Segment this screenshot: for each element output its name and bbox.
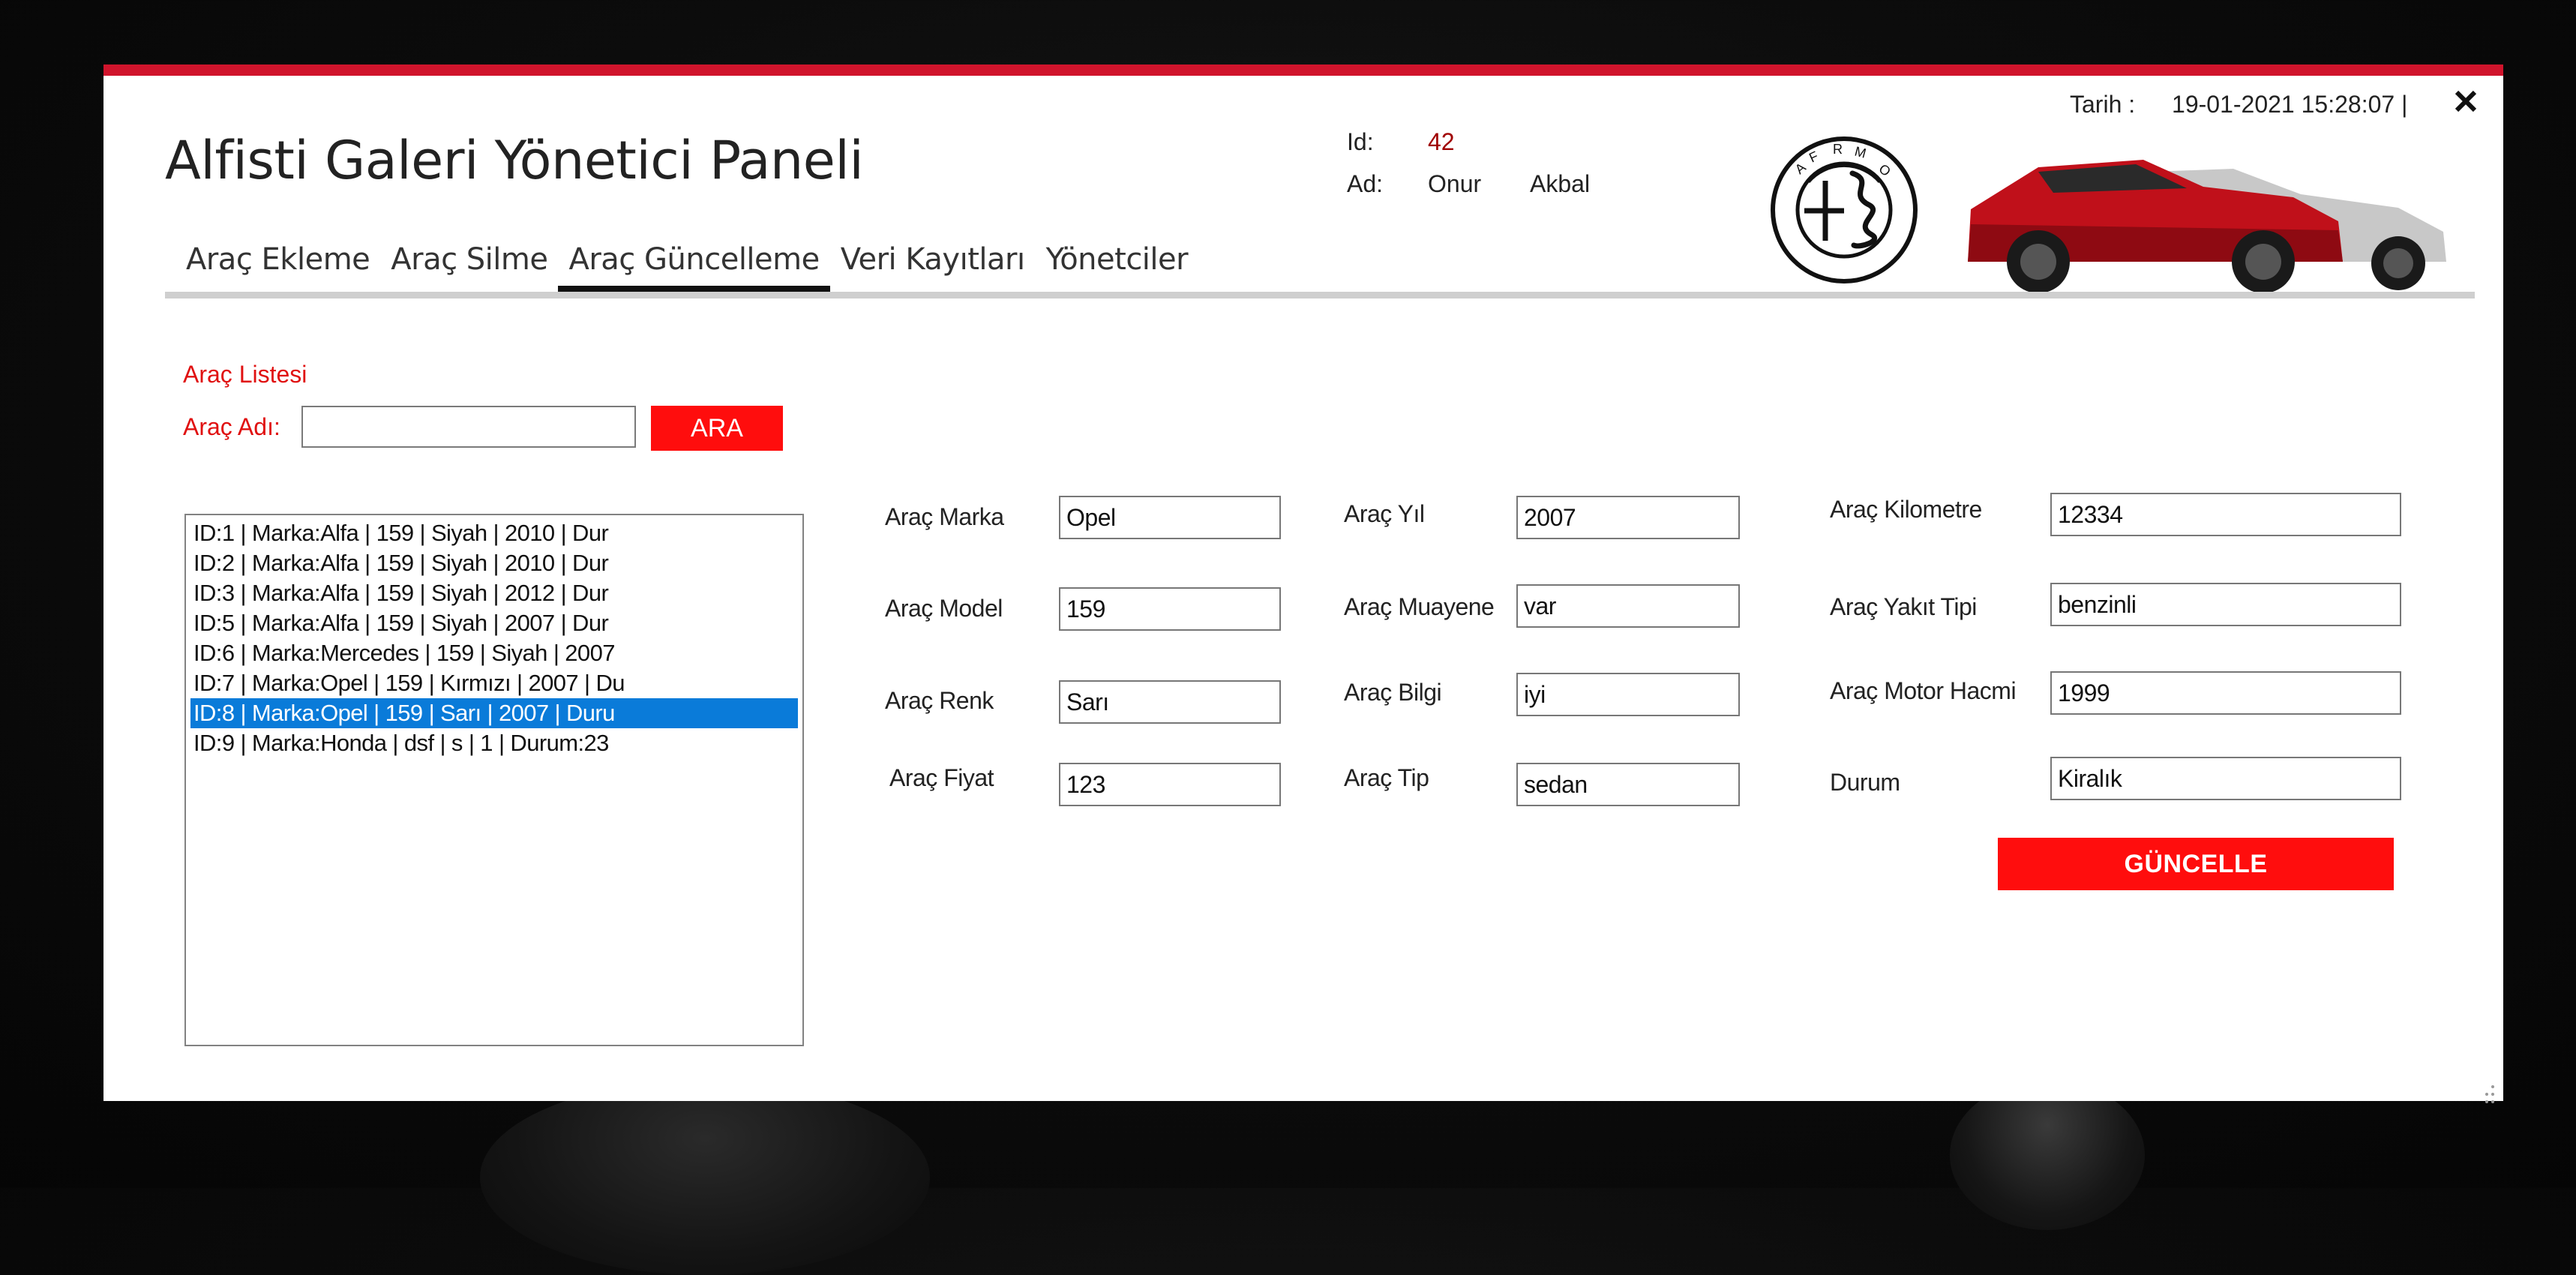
yakit-label: Araç Yakıt Tipi [1830,593,1977,620]
motor-label: Araç Motor Hacmi [1830,677,2017,704]
background-wheel [480,1080,930,1275]
tip-label: Araç Tip [1344,764,1429,791]
muayene-label: Araç Muayene [1344,593,1495,620]
kilometre-label: Araç Kilometre [1830,496,1982,523]
renk-label: Araç Renk [885,687,994,714]
car-name-search-input[interactable] [301,406,636,448]
car-name-label: Araç Adı: [183,413,280,440]
tab-bar: Araç Ekleme Araç Silme Araç Güncelleme V… [175,242,1198,292]
yil-input[interactable] [1516,496,1740,539]
list-item[interactable]: ID:7 | Marka:Opel | 159 | Kırmızı | 2007… [190,668,798,698]
bilgi-input[interactable] [1516,673,1740,716]
yakit-input[interactable] [2050,583,2401,626]
svg-text:R: R [1833,142,1843,157]
fiyat-input[interactable] [1059,763,1281,806]
marka-input[interactable] [1059,496,1281,539]
kilometre-input[interactable] [2050,493,2401,536]
user-first-name: Onur [1428,170,1482,197]
list-item[interactable]: ID:5 | Marka:Alfa | 159 | Siyah | 2007 |… [190,608,798,638]
car-list-title: Araç Listesi [183,361,307,388]
yil-label: Araç Yıl [1344,500,1425,527]
user-name-label: Ad: [1347,170,1384,197]
list-item[interactable]: ID:9 | Marka:Honda | dsf | s | 1 | Durum… [190,728,798,758]
tab-veri-kayitlari[interactable]: Veri Kayıtları [830,242,1036,292]
user-id-value: 42 [1428,128,1455,155]
list-item[interactable]: ID:1 | Marka:Alfa | 159 | Siyah | 2010 |… [190,518,798,548]
datetime-display: Tarih : 19-01-2021 15:28:07 | [2070,91,2407,118]
admin-panel-window: Alfisti Galeri Yönetici Paneli Tarih : 1… [103,64,2503,1103]
muayene-input[interactable] [1516,584,1740,628]
list-item[interactable]: ID:6 | Marka:Mercedes | 159 | Siyah | 20… [190,638,798,668]
durum-label: Durum [1830,769,1900,796]
user-last-name: Akbal [1530,170,1591,197]
user-id-label: Id: [1347,128,1374,155]
tab-yonetciler[interactable]: Yönetciler [1036,242,1199,292]
model-label: Araç Model [885,595,1003,622]
marka-label: Araç Marka [885,503,1004,530]
datetime-value: 19-01-2021 15:28:07 | [2172,91,2408,118]
tip-input[interactable] [1516,763,1740,806]
bilgi-label: Araç Bilgi [1344,679,1442,706]
list-item[interactable]: ID:3 | Marka:Alfa | 159 | Siyah | 2012 |… [190,578,798,608]
update-button[interactable]: GÜNCELLE [1998,838,2394,890]
list-item-selected[interactable]: ID:8 | Marka:Opel | 159 | Sarı | 2007 | … [190,698,798,728]
model-input[interactable] [1059,587,1281,631]
car-listbox[interactable]: ID:1 | Marka:Alfa | 159 | Siyah | 2010 |… [184,514,804,1046]
durum-input[interactable] [2050,757,2401,800]
list-item[interactable]: ID:2 | Marka:Alfa | 159 | Siyah | 2010 |… [190,548,798,578]
renk-input[interactable] [1059,680,1281,724]
tab-arac-ekleme[interactable]: Araç Ekleme [175,242,380,292]
car-image [1948,149,2458,299]
datetime-label: Tarih : [2070,91,2136,118]
tab-arac-guncelleme[interactable]: Araç Güncelleme [558,242,830,292]
resize-grip-icon[interactable] [2482,1082,2497,1108]
window-title: Alfisti Galeri Yönetici Paneli [165,130,864,191]
fiyat-label: Araç Fiyat [889,764,994,791]
tab-divider [165,292,2475,298]
close-icon[interactable] [2451,86,2481,116]
tab-arac-silme[interactable]: Araç Silme [380,242,558,292]
background-wheel [1950,1080,2145,1230]
search-button[interactable]: ARA [651,406,783,451]
alfa-romeo-logo: A F R M O [1770,136,1918,284]
motor-input[interactable] [2050,671,2401,715]
